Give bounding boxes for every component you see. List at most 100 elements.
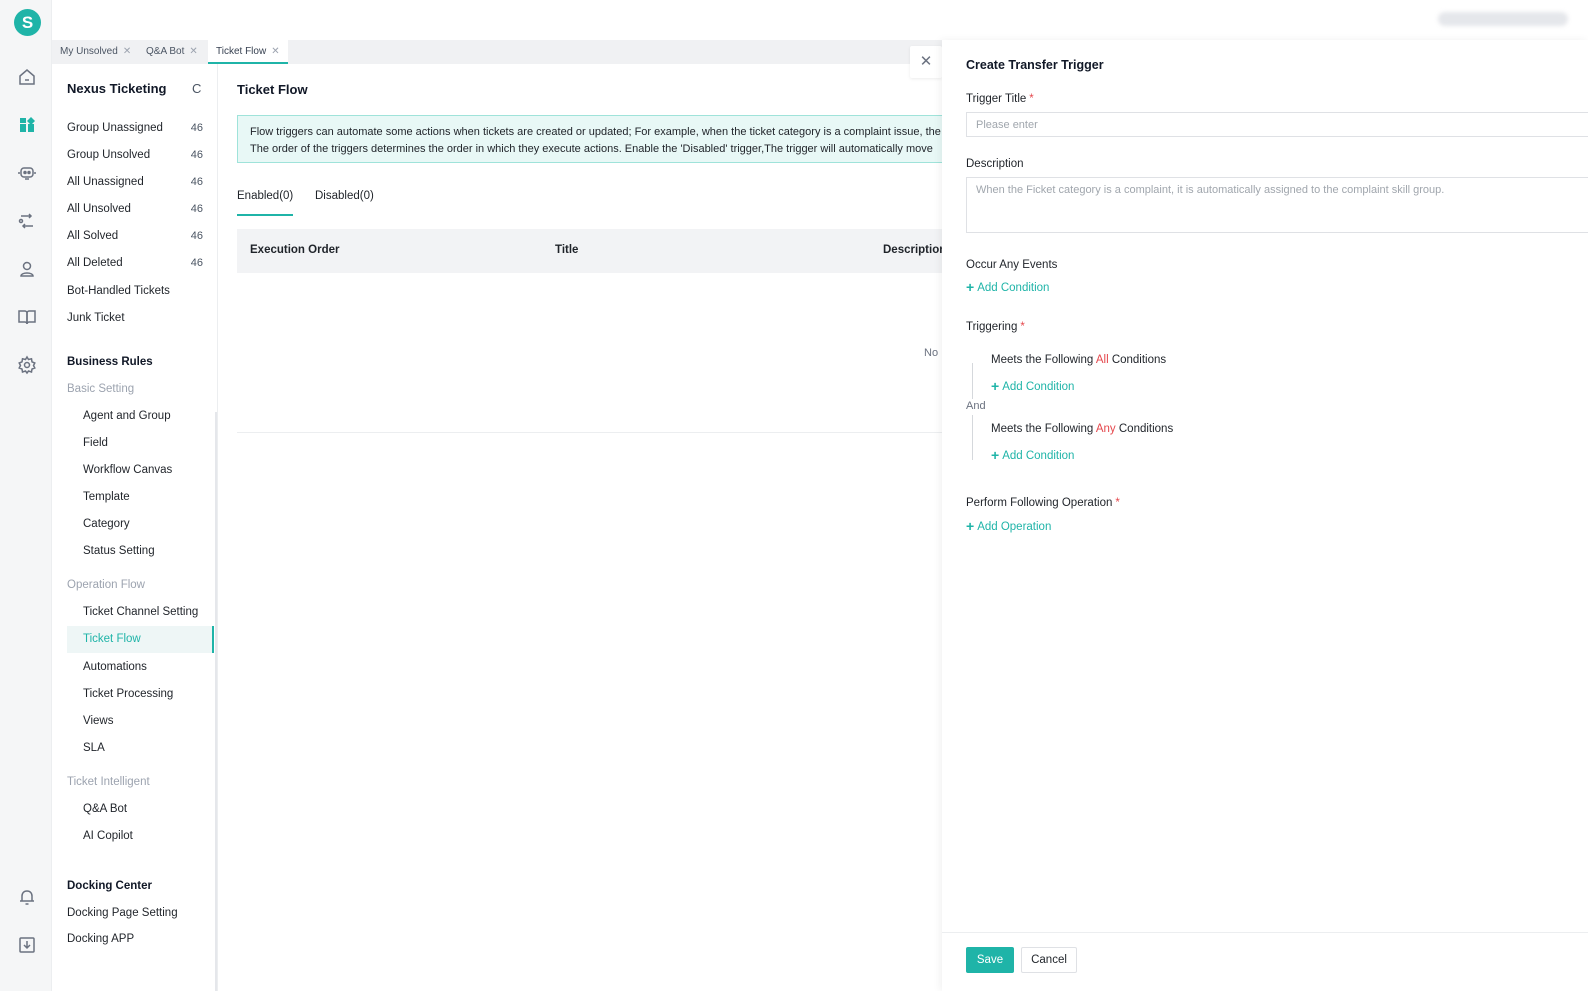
tab-label: Q&A Bot [146, 46, 185, 57]
table-divider [237, 432, 942, 433]
nav-sub-ticket-processing[interactable]: Ticket Processing [83, 688, 173, 700]
heading-text: Conditions [1108, 354, 1167, 366]
nav-sub-workflow-canvas[interactable]: Workflow Canvas [83, 464, 172, 476]
nav-sub-qa-bot[interactable]: Q&A Bot [83, 803, 127, 815]
label-text: Perform Following Operation [966, 497, 1113, 509]
drawer-close-button[interactable]: ✕ [910, 46, 942, 78]
save-button[interactable]: Save [966, 947, 1014, 973]
triggering-label: Triggering * [966, 321, 1025, 333]
nav-scrollbar[interactable] [215, 412, 217, 991]
trigger-title-label: Trigger Title * [966, 93, 1034, 105]
nav-item-label: All Solved [67, 230, 119, 242]
nav-sub-automations[interactable]: Automations [83, 661, 147, 673]
add-condition-all-button[interactable]: + Add Condition [991, 378, 1074, 394]
app-logo[interactable]: S [14, 9, 41, 36]
column-execution-order: Execution Order [250, 244, 340, 256]
nav-item-all-unsolved[interactable]: All Unsolved 46 [67, 203, 213, 215]
nav-sub-template[interactable]: Template [83, 491, 130, 503]
nav-item-count: 46 [190, 203, 203, 215]
nav-item-bot-handled[interactable]: Bot-Handled Tickets [67, 285, 213, 297]
nav-sub-ticket-flow[interactable]: Ticket Flow [67, 626, 214, 653]
top-header [52, 0, 1588, 40]
nav-group-ticket-intelligent: Ticket Intelligent [67, 776, 150, 788]
drawer-title: Create Transfer Trigger [966, 58, 1104, 72]
close-icon[interactable]: ✕ [189, 46, 197, 57]
nav-item-docking-app[interactable]: Docking APP [67, 933, 213, 945]
close-icon[interactable]: ✕ [123, 46, 131, 57]
any-conditions-heading: Meets the Following Any Conditions [991, 423, 1173, 435]
nav-group-basic-setting: Basic Setting [67, 383, 135, 395]
heading-text: Meets the Following [991, 423, 1096, 435]
required-mark: * [1020, 321, 1025, 333]
refresh-icon[interactable]: C [192, 81, 201, 96]
nav-title: Nexus Ticketing [67, 81, 167, 96]
description-label: Description [966, 158, 1024, 170]
condition-connector-line [972, 363, 973, 399]
robot-icon[interactable] [17, 163, 37, 183]
nav-sub-sla[interactable]: SLA [83, 742, 105, 754]
nav-item-junk-ticket[interactable]: Junk Ticket [67, 312, 213, 324]
required-mark: * [1115, 497, 1120, 509]
nav-sub-category[interactable]: Category [83, 518, 130, 530]
nav-item-docking-page-setting[interactable]: Docking Page Setting [67, 907, 213, 919]
page-title: Ticket Flow [237, 82, 308, 97]
nav-item-all-solved[interactable]: All Solved 46 [67, 230, 213, 242]
book-icon[interactable] [17, 307, 37, 327]
create-trigger-drawer: Create Transfer Trigger Trigger Title* D… [942, 40, 1588, 991]
table-header: Execution Order Title Description [237, 229, 942, 273]
nav-item-all-deleted[interactable]: All Deleted 46 [67, 257, 213, 269]
nav-sub-ai-copilot[interactable]: AI Copilot [83, 830, 133, 842]
label-text: Triggering [966, 321, 1018, 333]
tab-label: Ticket Flow [216, 46, 267, 57]
nav-item-label: Junk Ticket [67, 312, 125, 324]
nav-item-group-unsolved[interactable]: Group Unsolved 46 [67, 149, 213, 161]
description-textarea[interactable] [966, 177, 1588, 233]
dashboard-icon[interactable] [17, 115, 37, 135]
cancel-button[interactable]: Cancel [1021, 947, 1077, 973]
info-line-1: Flow triggers can automate some actions … [250, 126, 941, 138]
nav-sub-agent-and-group[interactable]: Agent and Group [83, 410, 171, 422]
occur-events-label: Occur Any Events [966, 259, 1058, 271]
nav-item-group-unassigned[interactable]: Group Unassigned 46 [67, 122, 213, 134]
add-condition-label: Add Condition [1002, 381, 1075, 393]
home-icon[interactable] [17, 67, 37, 87]
nav-item-count: 46 [190, 122, 203, 134]
nav-sub-field[interactable]: Field [83, 437, 108, 449]
nav-item-all-unassigned[interactable]: All Unassigned 46 [67, 176, 213, 188]
condition-connector-line [972, 415, 973, 460]
tab-enabled[interactable]: Enabled(0) [237, 190, 294, 216]
required-mark: * [1029, 93, 1034, 105]
perform-operation-label: Perform Following Operation * [966, 497, 1120, 509]
gear-icon[interactable] [17, 355, 37, 375]
tab-qa-bot[interactable]: Q&A Bot ✕ [138, 40, 206, 64]
icon-rail: S [0, 0, 52, 991]
nav-section-business-rules: Business Rules [67, 356, 153, 368]
plus-icon: + [991, 447, 1000, 463]
nav-sub-status-setting[interactable]: Status Setting [83, 545, 155, 557]
main-content: Ticket Flow Flow triggers can automate s… [218, 64, 942, 991]
close-icon[interactable]: ✕ [271, 46, 279, 57]
add-condition-any-button[interactable]: + Add Condition [991, 447, 1074, 463]
tab-disabled[interactable]: Disabled(0) [315, 190, 374, 216]
heading-text: Conditions [1115, 423, 1174, 435]
nav-item-label: Bot-Handled Tickets [67, 285, 170, 297]
user-profile-blurred[interactable] [1438, 12, 1568, 26]
nav-item-count: 46 [190, 149, 203, 161]
nav-item-label: Group Unassigned [67, 122, 163, 134]
add-condition-events-button[interactable]: + Add Condition [966, 279, 1049, 295]
trigger-title-input[interactable] [966, 112, 1588, 137]
nav-item-count: 46 [190, 176, 203, 188]
bell-icon[interactable] [17, 887, 37, 907]
tab-my-unsolved[interactable]: My Unsolved ✕ [52, 40, 139, 64]
all-highlight: All [1095, 354, 1109, 366]
agent-icon[interactable] [17, 259, 37, 279]
column-description: Description [883, 244, 942, 256]
tab-label: My Unsolved [60, 46, 118, 57]
add-operation-button[interactable]: + Add Operation [966, 518, 1051, 534]
download-icon[interactable] [17, 935, 37, 955]
nav-sub-views[interactable]: Views [83, 715, 113, 727]
add-condition-label: Add Condition [977, 282, 1050, 294]
flow-icon[interactable] [17, 211, 37, 231]
tab-ticket-flow[interactable]: Ticket Flow ✕ [208, 40, 288, 64]
nav-sub-ticket-channel-setting[interactable]: Ticket Channel Setting [83, 606, 198, 618]
